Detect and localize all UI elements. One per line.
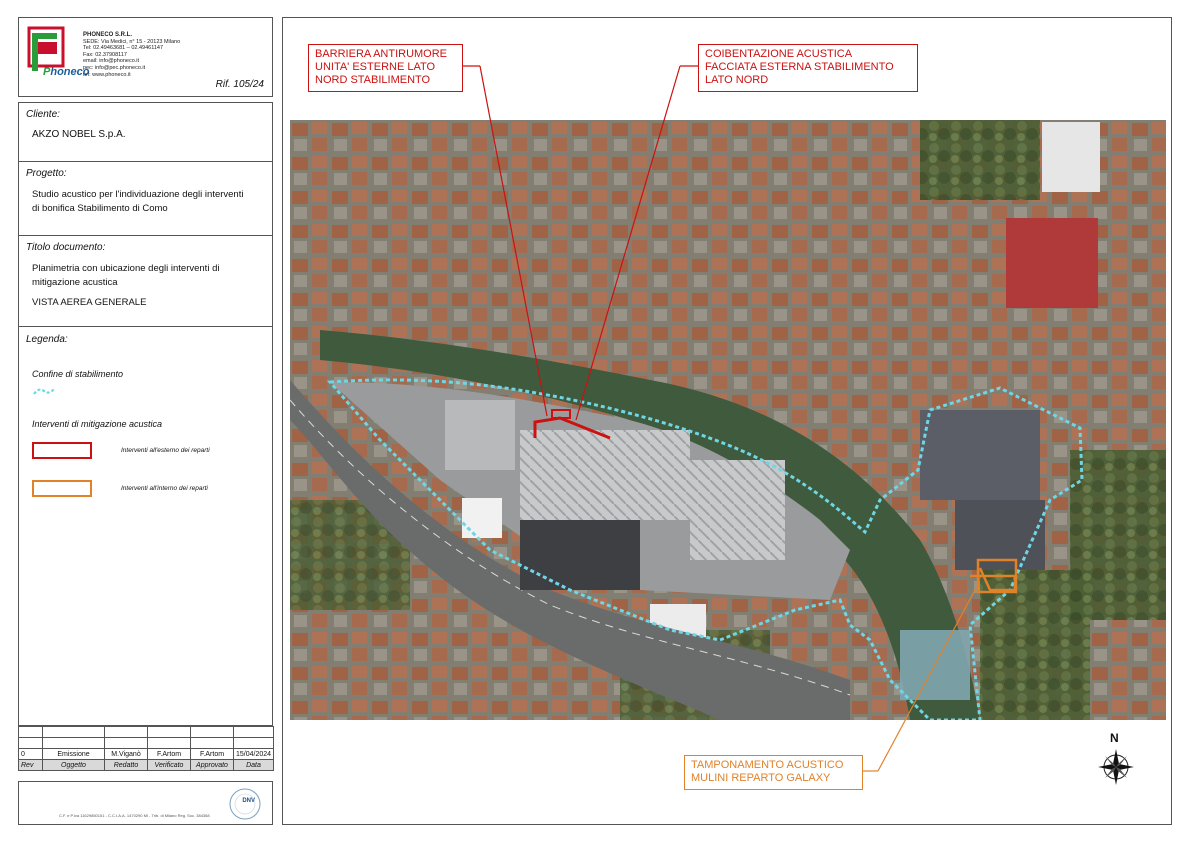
company-name: PHONECO S.R.L. [83,32,133,38]
legend-item-external: Interventi all'esterno dei reparti [121,447,210,454]
project-line-2: di bonifica Stabilimento di Como [32,203,168,214]
reference-number: Rif. 105/24 [215,79,264,90]
certification-label: DNV [242,798,255,804]
legend-boundary-label: Confine di stabilimento [32,369,124,379]
revision-row: 0 Emissione M.Viganò F.Artom F.Artom 15/… [18,748,274,760]
footer-text: C.F. e P.Iva 11629850151 - C.C.I.A.A. 14… [59,813,210,818]
document-subtitle: VISTA AEREA GENERALE [32,297,147,308]
callout-insulation: COIBENTAZIONE ACUSTICA FACCIATA ESTERNA … [698,44,918,92]
callout-panel: TAMPONAMENTO ACUSTICO MULINI REPARTO GAL… [684,755,863,790]
client-section: Cliente: AKZO NOBEL S.p.A. [19,103,272,162]
legend-item-internal: Interventi all'interno dei reparti [121,485,208,492]
document-line-1: Planimetria con ubicazione degli interve… [32,263,220,274]
client-label: Cliente: [26,109,60,120]
legend-swatch-external [32,442,92,459]
revision-empty-row [18,726,274,738]
certification-badge-icon [229,788,261,820]
document-label: Titolo documento: [26,242,106,253]
north-label: N [1110,731,1119,745]
callout-barrier: BARRIERA ANTIRUMORE UNITA' ESTERNE LATO … [308,44,463,92]
document-line-2: mitigazione acustica [32,277,118,288]
company-details: PHONECO S.R.L. SEDE: Via Medici, n° 15 -… [83,32,181,78]
project-line-1: Studio acustico per l'individuazione deg… [32,189,244,200]
company-header: Phoneco PHONECO S.R.L. SEDE: Via Medici,… [18,17,273,97]
aerial-map [290,120,1166,720]
legend-label: Legenda: [26,334,68,345]
legend-section: Legenda: Confine di stabilimento Interve… [19,327,272,725]
revision-header-row: Rev Oggetto Redatto Verificato Approvato… [18,759,274,771]
info-panel: Cliente: AKZO NOBEL S.p.A. Progetto: Stu… [18,102,273,726]
project-label: Progetto: [26,168,67,179]
legend-swatch-internal [32,480,92,497]
aerial-view [290,120,1166,720]
revision-empty-row [18,737,274,749]
boundary-swatch-icon [33,388,55,395]
revision-table: 0 Emissione M.Viganò F.Artom F.Artom 15/… [18,726,274,771]
project-section: Progetto: Studio acustico per l'individu… [19,162,272,236]
client-value: AKZO NOBEL S.p.A. [32,129,126,140]
document-section: Titolo documento: Planimetria con ubicaz… [19,236,272,327]
legend-mitigation-label: Interventi di mitigazione acustica [32,419,163,429]
compass-rose-icon [1098,749,1134,785]
footer-box: C.F. e P.Iva 11629850151 - C.C.I.A.A. 14… [18,781,273,825]
